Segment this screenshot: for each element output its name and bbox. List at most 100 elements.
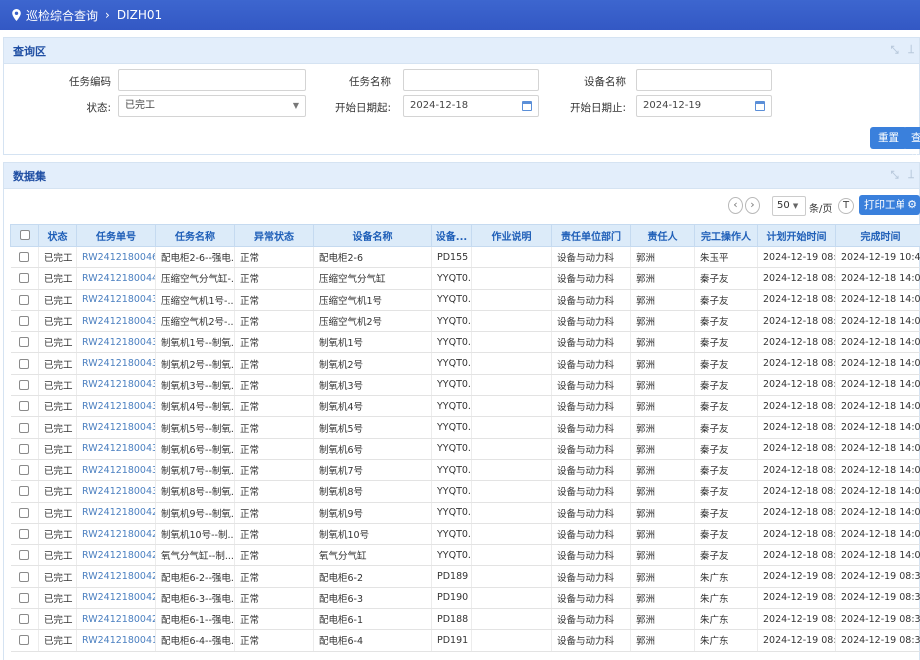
table-cell	[471, 246, 552, 269]
page-size-select[interactable]: 50 ▼	[772, 196, 806, 216]
gear-icon[interactable]: ⚙	[904, 195, 920, 215]
table-row[interactable]: 已完工RW24121800437制氧机1号--制氧...正常制氧机1号YYQT0…	[10, 331, 920, 354]
task-number-link[interactable]: RW24121800432	[76, 438, 156, 460]
table-cell: 2024-12-18 08:0...	[757, 310, 836, 333]
row-checkbox[interactable]	[10, 246, 39, 269]
search-button[interactable]: 查询	[903, 127, 920, 166]
table-cell: PD189	[431, 565, 472, 588]
column-header[interactable]: 完成时间	[835, 224, 920, 247]
table-row[interactable]: 已完工RW24121800427氧气分气缸--制...正常氧气分气缸YYQT0.…	[10, 544, 920, 567]
table-row[interactable]: 已完工RW24121800432制氧机6号--制氧...正常制氧机6号YYQT0…	[10, 438, 920, 460]
column-header[interactable]: 设备名称	[313, 224, 432, 247]
table-row[interactable]: 已完工RW24121800430制氧机8号--制氧...正常制氧机8号YYQT0…	[10, 480, 920, 503]
prev-page-icon[interactable]: ‹	[728, 197, 743, 214]
table-row[interactable]: 已完工RW24121800434制氧机4号--制氧...正常制氧机4号YYQT0…	[10, 395, 920, 418]
task-number-link[interactable]: RW24121800440	[76, 267, 156, 290]
task-number-link[interactable]: RW24121800465	[76, 246, 156, 269]
task-number-link[interactable]: RW24121800438	[76, 310, 156, 333]
table-cell: 设备与动力科	[551, 608, 631, 631]
task-number-link[interactable]: RW24121800422	[76, 565, 156, 588]
task-number-link[interactable]: RW24121800430	[76, 480, 156, 503]
task-number-link[interactable]: RW24121800434	[76, 395, 156, 418]
task-number-link[interactable]: RW24121800420	[76, 608, 156, 631]
table-row[interactable]: 已完工RW24121800436制氧机2号--制氧...正常制氧机2号YYQT0…	[10, 352, 920, 375]
table-cell: 朱广东	[694, 629, 758, 652]
column-header[interactable]: 任务名称	[155, 224, 235, 247]
table-cell: 设备与动力科	[551, 374, 631, 397]
row-checkbox[interactable]	[10, 352, 39, 375]
column-header[interactable]: 状态	[38, 224, 77, 247]
task-number-link[interactable]: RW24121800433	[76, 416, 156, 439]
table-cell: 制氧机1号--制氧...	[155, 331, 235, 354]
calendar-icon[interactable]	[522, 101, 532, 111]
table-row[interactable]: 已完工RW24121800435制氧机3号--制氧...正常制氧机3号YYQT0…	[10, 374, 920, 397]
text-format-icon[interactable]: T	[838, 198, 854, 214]
table-row[interactable]: 已完工RW24121800419配电柜6-4--强电...正常配电柜6-4PD1…	[10, 629, 920, 652]
table-row[interactable]: 已完工RW24121800429制氧机9号--制氧...正常制氧机9号YYQT0…	[10, 502, 920, 524]
start-to-date-input[interactable]: 2024-12-19	[636, 95, 772, 117]
start-from-date-input[interactable]: 2024-12-18	[403, 95, 539, 117]
row-checkbox[interactable]	[10, 310, 39, 333]
column-header[interactable]: 责任人	[630, 224, 695, 247]
table-cell: 正常	[234, 267, 314, 290]
column-header[interactable]: 异常状态	[234, 224, 314, 247]
table-row[interactable]: 已完工RW24121800420配电柜6-1--强电...正常配电柜6-1PD1…	[10, 608, 920, 631]
table-cell: 秦子友	[694, 289, 758, 311]
task-number-link[interactable]: RW24121800439	[76, 289, 156, 311]
row-checkbox[interactable]	[10, 480, 39, 503]
calendar-icon[interactable]	[755, 101, 765, 111]
column-header[interactable]: 计划开始时间	[757, 224, 836, 247]
table-row[interactable]: 已完工RW24121800438压缩空气机2号-...正常压缩空气机2号YYQT…	[10, 310, 920, 333]
column-header[interactable]: 任务单号	[76, 224, 156, 247]
device-name-input[interactable]	[636, 69, 772, 91]
row-checkbox[interactable]	[10, 608, 39, 631]
row-checkbox[interactable]	[10, 523, 39, 546]
row-checkbox[interactable]	[10, 629, 39, 652]
row-checkbox[interactable]	[10, 416, 39, 439]
row-checkbox[interactable]	[10, 587, 39, 610]
task-number-link[interactable]: RW24121800428	[76, 523, 156, 546]
table-row[interactable]: 已完工RW24121800439压缩空气机1号-...正常压缩空气机1号YYQT…	[10, 289, 920, 311]
task-number-link[interactable]: RW24121800427	[76, 544, 156, 567]
row-checkbox[interactable]	[10, 438, 39, 460]
row-checkbox[interactable]	[10, 331, 39, 354]
table-row[interactable]: 已完工RW24121800421配电柜6-3--强电...正常配电柜6-3PD1…	[10, 587, 920, 610]
row-checkbox[interactable]	[10, 502, 39, 524]
column-header[interactable]: 完工操作人	[694, 224, 758, 247]
table-row[interactable]: 已完工RW24121800422配电柜6-2--强电...正常配电柜6-2PD1…	[10, 565, 920, 588]
row-checkbox[interactable]	[10, 267, 39, 290]
column-header[interactable]: 责任单位部门	[551, 224, 631, 247]
task-number-link[interactable]: RW24121800429	[76, 502, 156, 524]
row-checkbox[interactable]	[10, 565, 39, 588]
reset-button[interactable]: 重置	[870, 127, 907, 149]
next-page-icon[interactable]: ›	[745, 197, 760, 214]
column-header[interactable]: 设备...	[431, 224, 472, 247]
task-number-link[interactable]: RW24121800421	[76, 587, 156, 610]
row-checkbox[interactable]	[10, 374, 39, 397]
table-row[interactable]: 已完工RW24121800428制氧机10号--制...正常制氧机10号YYQT…	[10, 523, 920, 546]
row-checkbox[interactable]	[10, 459, 39, 482]
task-number-link[interactable]: RW24121800431	[76, 459, 156, 482]
task-number-link[interactable]: RW24121800437	[76, 331, 156, 354]
row-checkbox[interactable]	[10, 289, 39, 311]
row-checkbox[interactable]	[10, 544, 39, 567]
start-to-label: 开始日期止:	[569, 102, 626, 114]
select-all-checkbox[interactable]	[10, 224, 39, 247]
table-row[interactable]: 已完工RW24121800465配电柜2-6--强电...正常配电柜2-6PD1…	[10, 246, 920, 269]
status-select[interactable]: 已完工 ▼	[118, 95, 306, 117]
task-name-input[interactable]	[403, 69, 539, 91]
column-header[interactable]: 作业说明	[471, 224, 552, 247]
task-number-link[interactable]: RW24121800419	[76, 629, 156, 652]
task-code-input[interactable]	[118, 69, 306, 91]
table-row[interactable]: 已完工RW24121800433制氧机5号--制氧...正常制氧机5号YYQT0…	[10, 416, 920, 439]
table-cell: 2024-12-18 08:0...	[757, 544, 836, 567]
table-cell: 朱广东	[694, 565, 758, 588]
task-number-link[interactable]: RW24121800436	[76, 352, 156, 375]
table-row[interactable]: 已完工RW24121800440压缩空气分气缸-...正常压缩空气分气缸YYQT…	[10, 267, 920, 290]
collapse-icon[interactable]: ⤡ ⟘	[891, 170, 917, 181]
breadcrumb-app[interactable]: 巡检综合查询	[26, 7, 98, 24]
collapse-icon[interactable]: ⤡ ⟘	[891, 45, 917, 56]
task-number-link[interactable]: RW24121800435	[76, 374, 156, 397]
table-row[interactable]: 已完工RW24121800431制氧机7号--制氧...正常制氧机7号YYQT0…	[10, 459, 920, 482]
row-checkbox[interactable]	[10, 395, 39, 418]
